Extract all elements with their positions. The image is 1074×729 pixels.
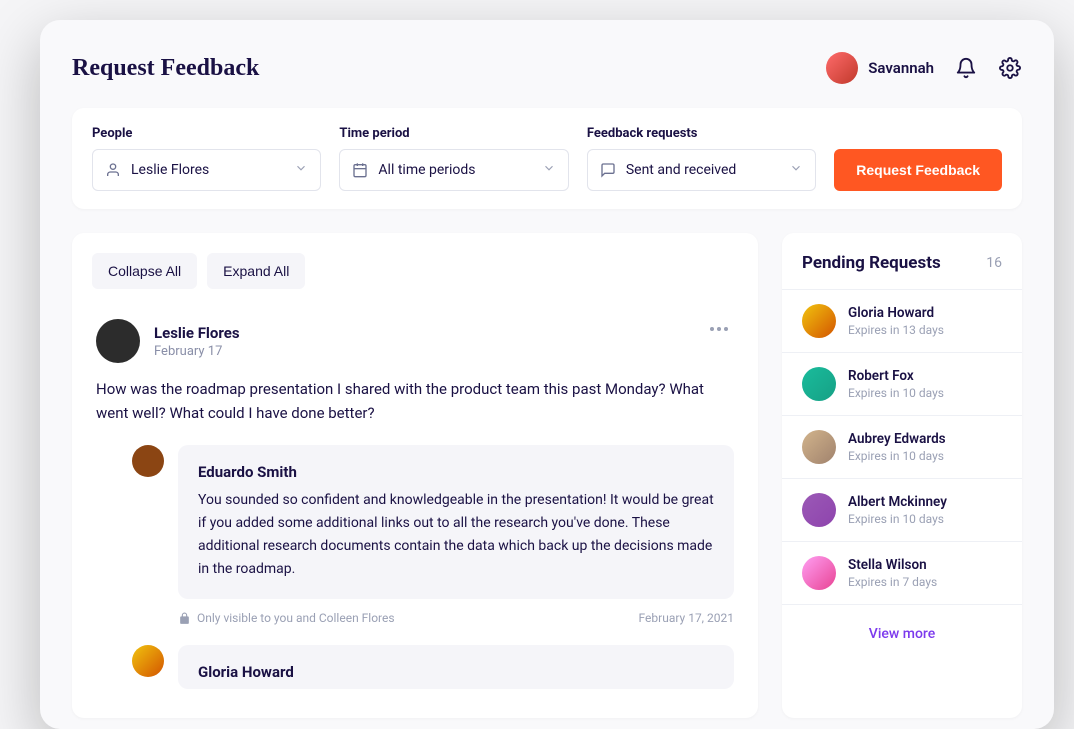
avatar [132, 445, 164, 477]
avatar [826, 52, 858, 84]
post-header: Leslie Flores February 17 [96, 319, 734, 363]
bell-icon[interactable] [954, 56, 978, 80]
expand-all-button[interactable]: Expand All [207, 253, 305, 289]
feed-actions: Collapse All Expand All [92, 253, 738, 289]
view-more-row: View more [782, 604, 1022, 660]
filter-people: People Leslie Flores [92, 126, 321, 191]
post-menu-button[interactable] [710, 327, 728, 331]
reply-body: You sounded so confident and knowledgeab… [198, 489, 714, 581]
user-chip[interactable]: Savannah [826, 52, 934, 84]
pending-expires: Expires in 7 days [848, 575, 937, 589]
request-feedback-button[interactable]: Request Feedback [834, 149, 1002, 191]
filter-label: Time period [339, 126, 568, 141]
calendar-icon [352, 162, 368, 178]
gear-icon[interactable] [998, 56, 1022, 80]
avatar [132, 645, 164, 677]
pending-request-item[interactable]: Albert Mckinney Expires in 10 days [782, 478, 1022, 541]
pending-request-item[interactable]: Aubrey Edwards Expires in 10 days [782, 415, 1022, 478]
pending-expires: Expires in 10 days [848, 386, 944, 400]
feedback-reply: Gloria Howard [132, 645, 734, 689]
pending-header: Pending Requests 16 [782, 233, 1022, 289]
post-body: How was the roadmap presentation I share… [96, 377, 734, 425]
pending-name: Gloria Howard [848, 305, 944, 321]
chevron-down-icon [542, 161, 556, 179]
filter-time-period: Time period All time periods [339, 126, 568, 191]
visibility-text: Only visible to you and Colleen Flores [197, 611, 395, 625]
feedback-requests-select[interactable]: Sent and received [587, 149, 816, 191]
user-name: Savannah [868, 59, 934, 77]
reply-bubble: Gloria Howard [178, 645, 734, 689]
pending-count: 16 [986, 255, 1002, 271]
avatar [802, 430, 836, 464]
app-container: Request Feedback Savannah People Leslie … [40, 20, 1054, 729]
avatar [802, 367, 836, 401]
avatar [802, 304, 836, 338]
pending-request-item[interactable]: Robert Fox Expires in 10 days [782, 352, 1022, 415]
visibility-note: Only visible to you and Colleen Flores [178, 611, 395, 625]
lock-icon [178, 612, 191, 625]
reply-author: Eduardo Smith [198, 463, 714, 481]
reply-timestamp: February 17, 2021 [639, 611, 734, 625]
select-value: Sent and received [626, 162, 736, 178]
feedback-feed: Collapse All Expand All Leslie Flores Fe… [72, 233, 758, 718]
collapse-all-button[interactable]: Collapse All [92, 253, 197, 289]
view-more-link[interactable]: View more [869, 626, 935, 642]
top-header: Request Feedback Savannah [72, 52, 1022, 84]
time-period-select[interactable]: All time periods [339, 149, 568, 191]
message-icon [600, 162, 616, 178]
post-author: Leslie Flores [154, 324, 240, 342]
post-date: February 17 [154, 344, 240, 359]
chevron-down-icon [294, 161, 308, 179]
pending-name: Robert Fox [848, 368, 944, 384]
pending-name: Albert Mckinney [848, 494, 947, 510]
content-row: Collapse All Expand All Leslie Flores Fe… [72, 233, 1022, 718]
filter-label: People [92, 126, 321, 141]
person-icon [105, 162, 121, 178]
pending-name: Stella Wilson [848, 557, 937, 573]
pending-request-item[interactable]: Gloria Howard Expires in 13 days [782, 289, 1022, 352]
people-select[interactable]: Leslie Flores [92, 149, 321, 191]
avatar [96, 319, 140, 363]
pending-title: Pending Requests [802, 253, 941, 273]
chevron-down-icon [789, 161, 803, 179]
feedback-post: Leslie Flores February 17 How was the ro… [92, 309, 738, 709]
page-title: Request Feedback [72, 55, 259, 82]
pending-expires: Expires in 10 days [848, 512, 947, 526]
filter-feedback-requests: Feedback requests Sent and received [587, 126, 816, 191]
pending-expires: Expires in 13 days [848, 323, 944, 337]
avatar [802, 493, 836, 527]
filter-label: Feedback requests [587, 126, 816, 141]
reply-bubble: Eduardo Smith You sounded so confident a… [178, 445, 734, 599]
avatar [802, 556, 836, 590]
pending-name: Aubrey Edwards [848, 431, 946, 447]
header-right: Savannah [826, 52, 1022, 84]
feedback-reply: Eduardo Smith You sounded so confident a… [132, 445, 734, 599]
pending-expires: Expires in 10 days [848, 449, 946, 463]
select-value: Leslie Flores [131, 162, 209, 178]
reply-author: Gloria Howard [198, 663, 714, 681]
filters-card: People Leslie Flores Time period All tim… [72, 108, 1022, 209]
reply-meta: Only visible to you and Colleen Flores F… [178, 611, 734, 625]
pending-request-item[interactable]: Stella Wilson Expires in 7 days [782, 541, 1022, 604]
pending-requests-panel: Pending Requests 16 Gloria Howard Expire… [782, 233, 1022, 718]
select-value: All time periods [378, 162, 475, 178]
